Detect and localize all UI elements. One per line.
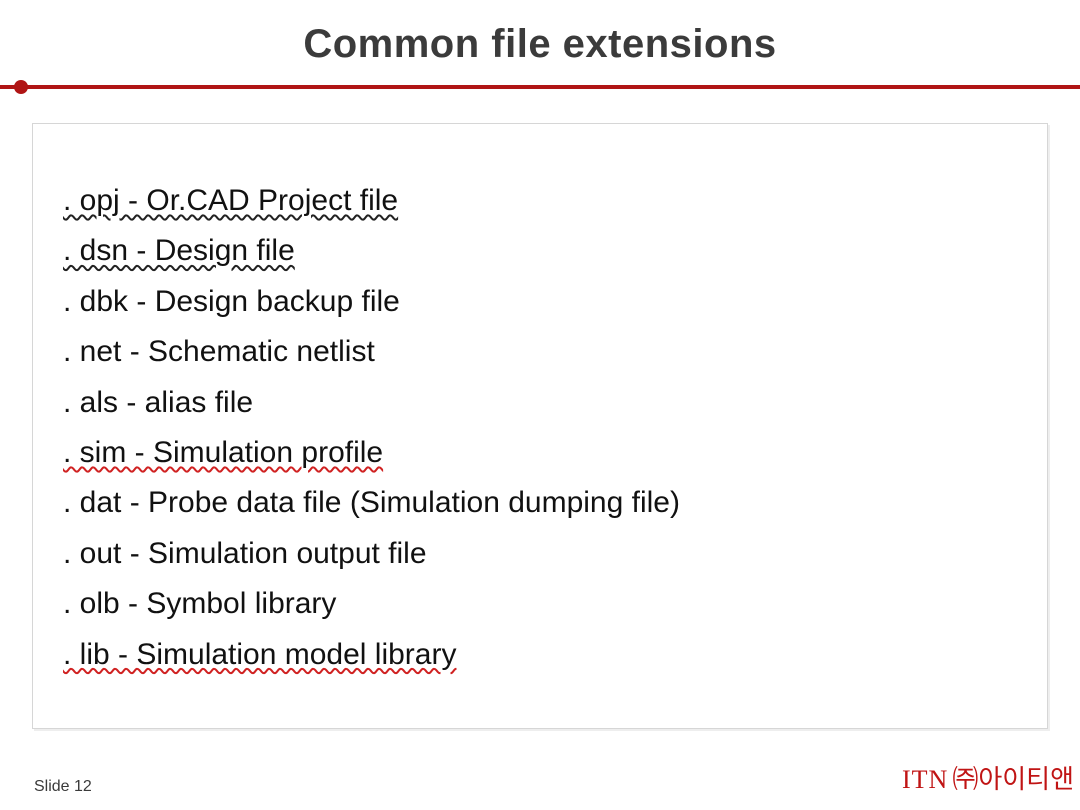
ext-dbk: . dbk - Design backup file: [63, 285, 400, 318]
brand-label: ITN㈜아이티앤: [902, 759, 1074, 796]
content-panel: . opj - Or.CAD Project file . dsn - Desi…: [32, 123, 1048, 729]
ext-als: . als - alias file: [63, 386, 253, 419]
slide-footer: Slide 12 ITN㈜아이티앤: [0, 759, 1080, 796]
list-item: . sim - Simulation profile: [63, 428, 1017, 478]
slide-title: Common file extensions: [0, 0, 1080, 81]
slide-number: Slide 12: [34, 778, 92, 796]
list-item: . dbk - Design backup file: [63, 277, 1017, 327]
list-item: . net - Schematic netlist: [63, 327, 1017, 377]
list-item: . dsn - Design file: [63, 226, 1017, 276]
list-item: . olb - Symbol library: [63, 579, 1017, 629]
ext-olb: . olb - Symbol library: [63, 587, 336, 620]
list-item: . als - alias file: [63, 378, 1017, 428]
ext-sim: . sim - Simulation profile: [63, 436, 383, 469]
list-item: . dat - Probe data file (Simulation dump…: [63, 478, 1017, 528]
ext-dsn: . dsn - Design file: [63, 234, 295, 267]
ext-net: . net - Schematic netlist: [63, 335, 375, 368]
divider-dot-icon: [14, 80, 28, 94]
list-item: . opj - Or.CAD Project file: [63, 176, 1017, 226]
ext-out: . out - Simulation output file: [63, 537, 427, 570]
list-item: . lib - Simulation model library: [63, 630, 1017, 680]
brand-itn: ITN: [902, 765, 948, 794]
divider-line: [0, 85, 1080, 89]
title-divider: [0, 81, 1080, 95]
brand-kr: ㈜아이티앤: [952, 764, 1074, 794]
list-item: . out - Simulation output file: [63, 529, 1017, 579]
ext-dat: . dat - Probe data file (Simulation dump…: [63, 486, 680, 519]
ext-opj: . opj - Or.CAD Project file: [63, 184, 398, 217]
ext-lib: . lib - Simulation model library: [63, 638, 456, 671]
